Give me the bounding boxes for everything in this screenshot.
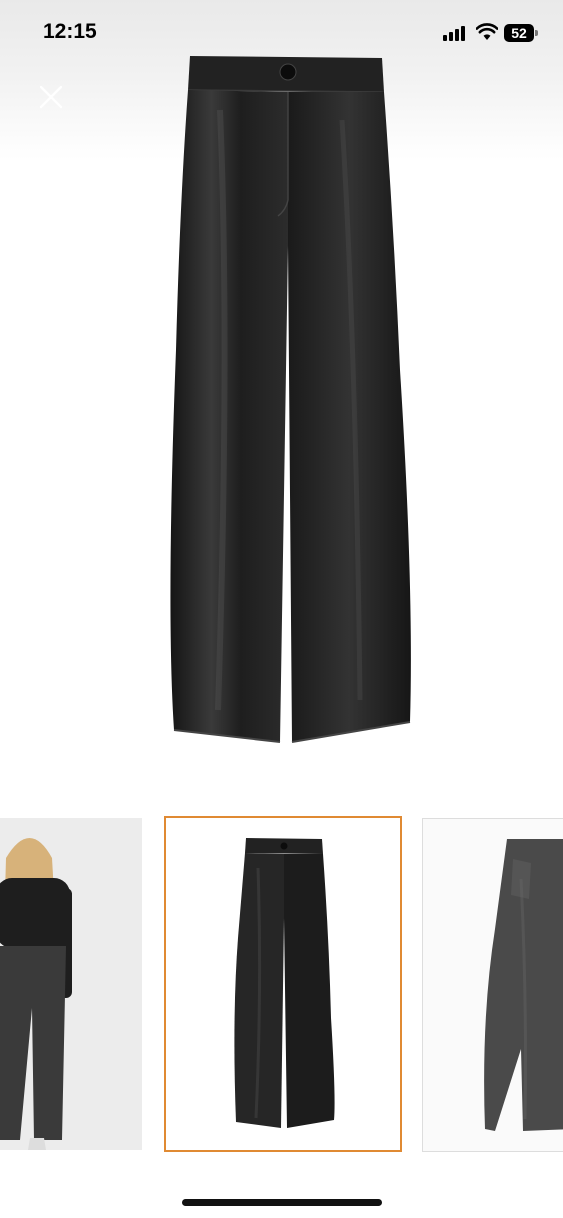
gallery-thumbnail-3[interactable] [422,818,563,1152]
battery-cap [535,30,538,36]
home-indicator[interactable] [182,1199,382,1206]
status-time: 12:15 [43,20,97,43]
gallery-thumbnail-2-selected[interactable] [164,816,402,1152]
wifi-icon [476,23,498,40]
close-icon[interactable] [36,82,66,112]
thumbnail-model-image [0,818,142,1150]
product-main-image[interactable] [160,50,420,755]
battery-level: 52 [511,25,527,41]
gallery-thumbnail-1[interactable] [0,818,142,1150]
cellular-signal-icon [443,25,469,41]
battery-icon: 52 [504,24,534,42]
thumbnail-front-image [166,818,400,1150]
thumbnail-back-image [423,819,563,1151]
